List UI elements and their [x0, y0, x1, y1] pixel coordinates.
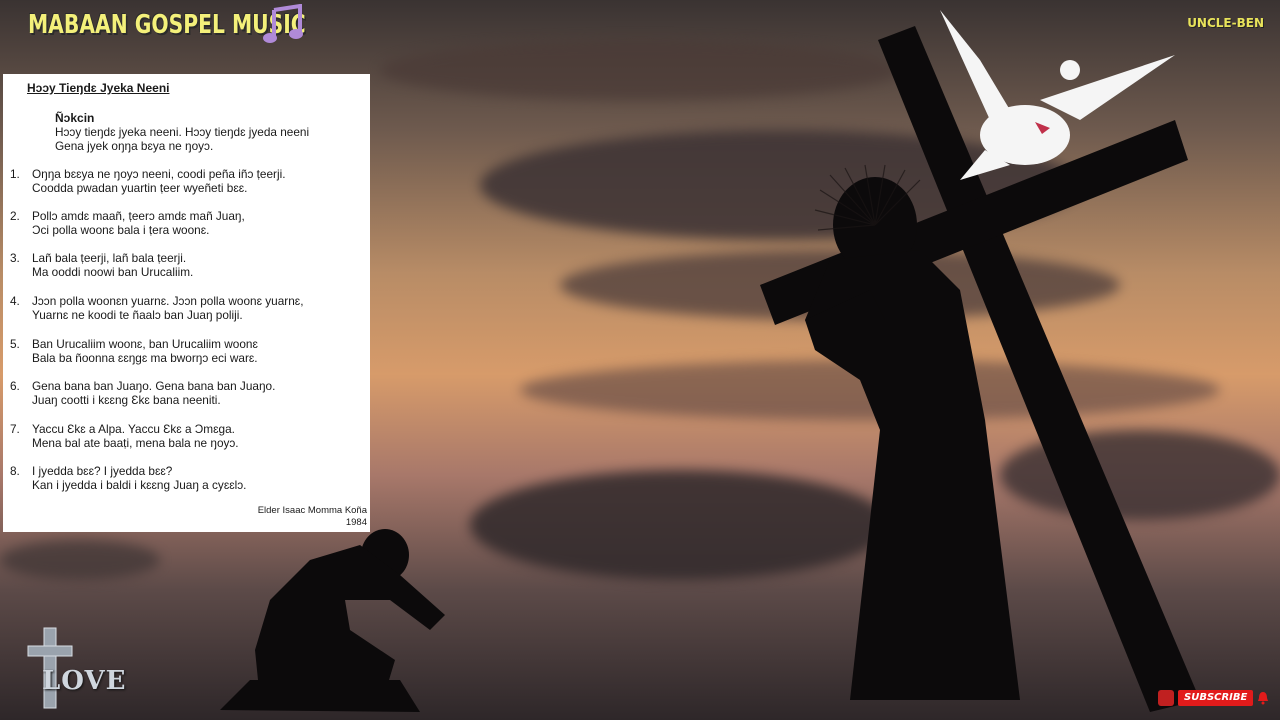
verse-line: Coodda pwadan yuartin ṭeer wyeñeti bɛɛ.	[32, 181, 248, 195]
kneeling-man-silhouette	[220, 529, 445, 712]
verse-line: Kan i jyedda i baldi i kɛɛng Juaŋ a cyɛɛ…	[32, 478, 247, 492]
verse-line: Ban Urucaliim woonɛ, ban Urucaliim woonɛ	[32, 337, 258, 351]
verse-number: 3.	[10, 251, 20, 265]
bell-icon[interactable]	[1256, 691, 1270, 705]
verse-number: 1.	[10, 167, 20, 181]
verse-line: Mena bal ate baaṭi, mena bala ne ŋoyɔ.	[32, 436, 239, 450]
verse-number: 7.	[10, 422, 20, 436]
verse-number: 5.	[10, 337, 20, 351]
chorus-line: Hɔɔy tieŋdɛ jyeka neeni. Hɔɔy tieŋdɛ jye…	[55, 125, 310, 139]
song-title: Hɔɔy Tieŋdɛ Jyeka Neeni	[27, 81, 170, 95]
verse-number: 2.	[10, 209, 20, 223]
channel-avatar[interactable]	[1158, 690, 1174, 706]
love-logo-text: LOVE	[42, 666, 127, 696]
lyrics-panel: Hɔɔy Tieŋdɛ Jyeka Neeni Ñɔkcin Hɔɔy tieŋ…	[3, 74, 370, 532]
verse-line: Bala ba ñoonna ɛɛŋgɛ ma bworŋɔ eci warɛ.	[32, 351, 258, 365]
subscribe-button[interactable]: SUBSCRIBE	[1178, 690, 1254, 706]
verse-line: Pollɔ amdɛ maañ, ṭeerɔ amdɛ mañ Juaŋ,	[32, 209, 245, 223]
verse-line: I jyedda bɛɛ? I jyedda bɛɛ?	[32, 464, 173, 478]
verse-line: Jɔɔn polla woonɛn yuarnɛ. Jɔɔn polla woo…	[32, 294, 304, 308]
verse-number: 6.	[10, 379, 20, 393]
author-name: Elder Isaac Momma Koña	[257, 505, 367, 516]
watermark-text: UNCLE-BEN	[1187, 16, 1264, 30]
verse-line: Juaŋ cootti i kɛɛng Ɛkɛ bana neeniti.	[32, 393, 221, 407]
verse-line: Lañ bala ṭeerji, lañ bala ṭeerji.	[32, 251, 187, 265]
chorus-line: Gena jyek oŋŋa bɛya ne ŋoyɔ.	[55, 139, 214, 153]
chorus-heading: Ñɔkcin	[55, 111, 95, 125]
verse-number: 8.	[10, 464, 20, 478]
verse-line: Gena bana ban Juaŋo. Gena bana ban Juaŋo…	[32, 379, 276, 393]
verse-line: Yuarnɛ ne koodi te ñaalɔ ban Juaŋ poliji…	[32, 308, 243, 322]
verse-line: Yaccu Ɛkɛ a Alpa. Yaccu Ɛkɛ a Ɔmɛga.	[32, 422, 235, 436]
verse-line: Ma ooddi noowi ban Urucaliim.	[32, 265, 194, 279]
music-note-icon	[263, 4, 303, 43]
verse-line: Ɔci polla woonɛ bala i ṭera woonɛ.	[32, 223, 210, 237]
verse-number: 4.	[10, 294, 20, 308]
composition-year: 1984	[345, 517, 367, 528]
verse-line: Oŋŋa bɛɛya ne ŋoyɔ neeni, coodi peña iñɔ…	[32, 167, 286, 181]
author-credit: Elder Isaac Momma Koña 1984	[258, 505, 367, 529]
